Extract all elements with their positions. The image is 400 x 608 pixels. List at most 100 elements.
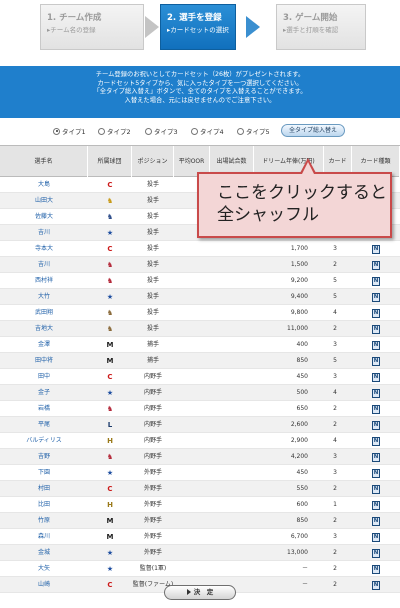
banner-line-3: 「全タイプ総入替え」ボタンで、全てのタイプを入替えることができます。 — [93, 88, 307, 96]
card-type-icon[interactable]: N — [372, 341, 380, 350]
player-name[interactable]: 田中 — [0, 369, 88, 385]
card-type-icon[interactable]: N — [372, 581, 380, 590]
table-row: 大矢 監督(1軍) － 2 ★ N — [0, 561, 400, 577]
player-name[interactable]: バルディリス — [0, 433, 88, 449]
radio-icon[interactable] — [237, 127, 244, 135]
player-position: 内野手 — [143, 453, 162, 460]
player-name[interactable]: 寺本大 — [0, 241, 88, 257]
card-type-icon[interactable]: N — [372, 277, 380, 286]
player-name[interactable]: 岩橋 — [0, 401, 88, 417]
player-name[interactable]: 吉川 — [0, 225, 88, 241]
type-radio-1[interactable]: タイプ1 — [53, 126, 86, 136]
type-label-1: タイプ1 — [62, 128, 86, 136]
radio-icon[interactable] — [98, 127, 105, 135]
card-type-icon[interactable]: N — [372, 293, 380, 302]
player-name[interactable]: 比田 — [0, 497, 88, 513]
team-logo-icon: C — [107, 485, 113, 493]
card-type-icon[interactable]: N — [372, 405, 380, 414]
player-name[interactable]: 大竹 — [0, 289, 88, 305]
player-name[interactable]: 吉野 — [0, 449, 88, 465]
player-name[interactable]: 吉地大 — [0, 321, 88, 337]
player-name[interactable]: 山崎 — [0, 577, 88, 593]
player-card-count: 2 — [333, 325, 337, 332]
card-type-icon[interactable]: N — [372, 325, 380, 334]
player-card-count: 3 — [333, 533, 337, 540]
player-name[interactable]: 佐藤大 — [0, 209, 88, 225]
card-type-icon[interactable]: N — [372, 469, 380, 478]
radio-selected-icon[interactable] — [53, 127, 60, 135]
type-radio-2[interactable]: タイプ2 — [98, 126, 131, 136]
team-logo-icon: M — [106, 357, 114, 365]
radio-icon[interactable] — [191, 127, 198, 135]
player-name[interactable]: 金澤 — [0, 337, 88, 353]
card-type-icon[interactable]: N — [372, 245, 380, 254]
table-row: 田中 内野手 450 3 C N — [0, 369, 400, 385]
player-salary: 1,700 — [290, 245, 308, 252]
card-type-icon[interactable]: N — [372, 309, 380, 318]
player-position: 捕手 — [146, 341, 159, 348]
type-radio-4[interactable]: タイプ4 — [191, 126, 224, 136]
player-position: 投手 — [146, 197, 159, 204]
decide-button[interactable]: 決 定 — [164, 585, 236, 600]
team-logo-icon: H — [107, 437, 113, 445]
player-card-count: 2 — [333, 421, 337, 428]
play-arrow-icon — [186, 589, 191, 595]
player-card-count: 5 — [333, 293, 337, 300]
player-name[interactable]: 金城 — [0, 545, 88, 561]
card-type-icon[interactable]: N — [372, 485, 380, 494]
radio-icon[interactable] — [145, 127, 152, 135]
card-type-icon[interactable]: N — [372, 517, 380, 526]
table-row: 大竹 投手 9,400 5 ★ N — [0, 289, 400, 305]
step-arrow-2 — [246, 16, 260, 38]
card-type-icon[interactable]: N — [372, 357, 380, 366]
player-name[interactable]: 大矢 — [0, 561, 88, 577]
player-position: 内野手 — [143, 373, 162, 380]
player-name[interactable]: 山田大 — [0, 193, 88, 209]
table-row: 下園 外野手 450 3 ★ N — [0, 465, 400, 481]
step-2-player-register: 2. 選手を登録 ▸カードセットの選択 — [160, 4, 236, 50]
card-type-icon[interactable]: N — [372, 421, 380, 430]
card-type-icon[interactable]: N — [372, 261, 380, 270]
player-position: 投手 — [146, 245, 159, 252]
card-type-icon[interactable]: N — [372, 389, 380, 398]
callout-line-2: 全シャッフル — [217, 205, 319, 225]
player-name[interactable]: 西村祥 — [0, 273, 88, 289]
player-card-count: 4 — [333, 437, 337, 444]
player-salary: 2,900 — [290, 437, 308, 444]
callout-line-1: ここをクリックすると — [217, 183, 387, 203]
card-type-icon[interactable]: N — [372, 437, 380, 446]
player-card-count: 2 — [333, 581, 337, 588]
table-row: 寺本大 投手 1,700 3 C N — [0, 241, 400, 257]
player-name[interactable]: 武田翔 — [0, 305, 88, 321]
player-name[interactable]: 吉川 — [0, 257, 88, 273]
card-type-icon[interactable]: N — [372, 549, 380, 558]
player-name[interactable]: 平尾 — [0, 417, 88, 433]
type-radio-3[interactable]: タイプ3 — [145, 126, 178, 136]
player-position: 外野手 — [143, 469, 162, 476]
step-1-team-create: 1. チーム作成 ▸チーム名の登録 — [40, 4, 144, 50]
card-type-icon[interactable]: N — [372, 533, 380, 542]
shuffle-all-button[interactable]: 全タイプ総入替え — [281, 124, 345, 137]
type-radio-5[interactable]: タイプ5 — [237, 126, 270, 136]
player-salary: 650 — [296, 405, 308, 412]
player-name[interactable]: 田中将 — [0, 353, 88, 369]
type-label-3: タイプ3 — [154, 128, 178, 136]
card-type-icon[interactable]: N — [372, 565, 380, 574]
player-name[interactable]: 村田 — [0, 481, 88, 497]
card-type-icon[interactable]: N — [372, 453, 380, 462]
player-name[interactable]: 森川 — [0, 529, 88, 545]
step-1-subtitle: ▸チーム名の登録 — [47, 26, 96, 34]
player-card-count: 1 — [333, 501, 337, 508]
player-salary: 9,200 — [290, 277, 308, 284]
player-name[interactable]: 下園 — [0, 465, 88, 481]
player-salary: 9,400 — [290, 293, 308, 300]
team-logo-icon: ♞ — [106, 405, 114, 413]
player-name[interactable]: 竹原 — [0, 513, 88, 529]
player-position: 投手 — [146, 309, 159, 316]
player-name[interactable]: 大島 — [0, 177, 88, 193]
player-name[interactable]: 金子 — [0, 385, 88, 401]
card-type-icon[interactable]: N — [372, 501, 380, 510]
player-salary: 11,000 — [287, 325, 308, 332]
table-row: 金城 外野手 13,000 2 ★ N — [0, 545, 400, 561]
card-type-icon[interactable]: N — [372, 373, 380, 382]
